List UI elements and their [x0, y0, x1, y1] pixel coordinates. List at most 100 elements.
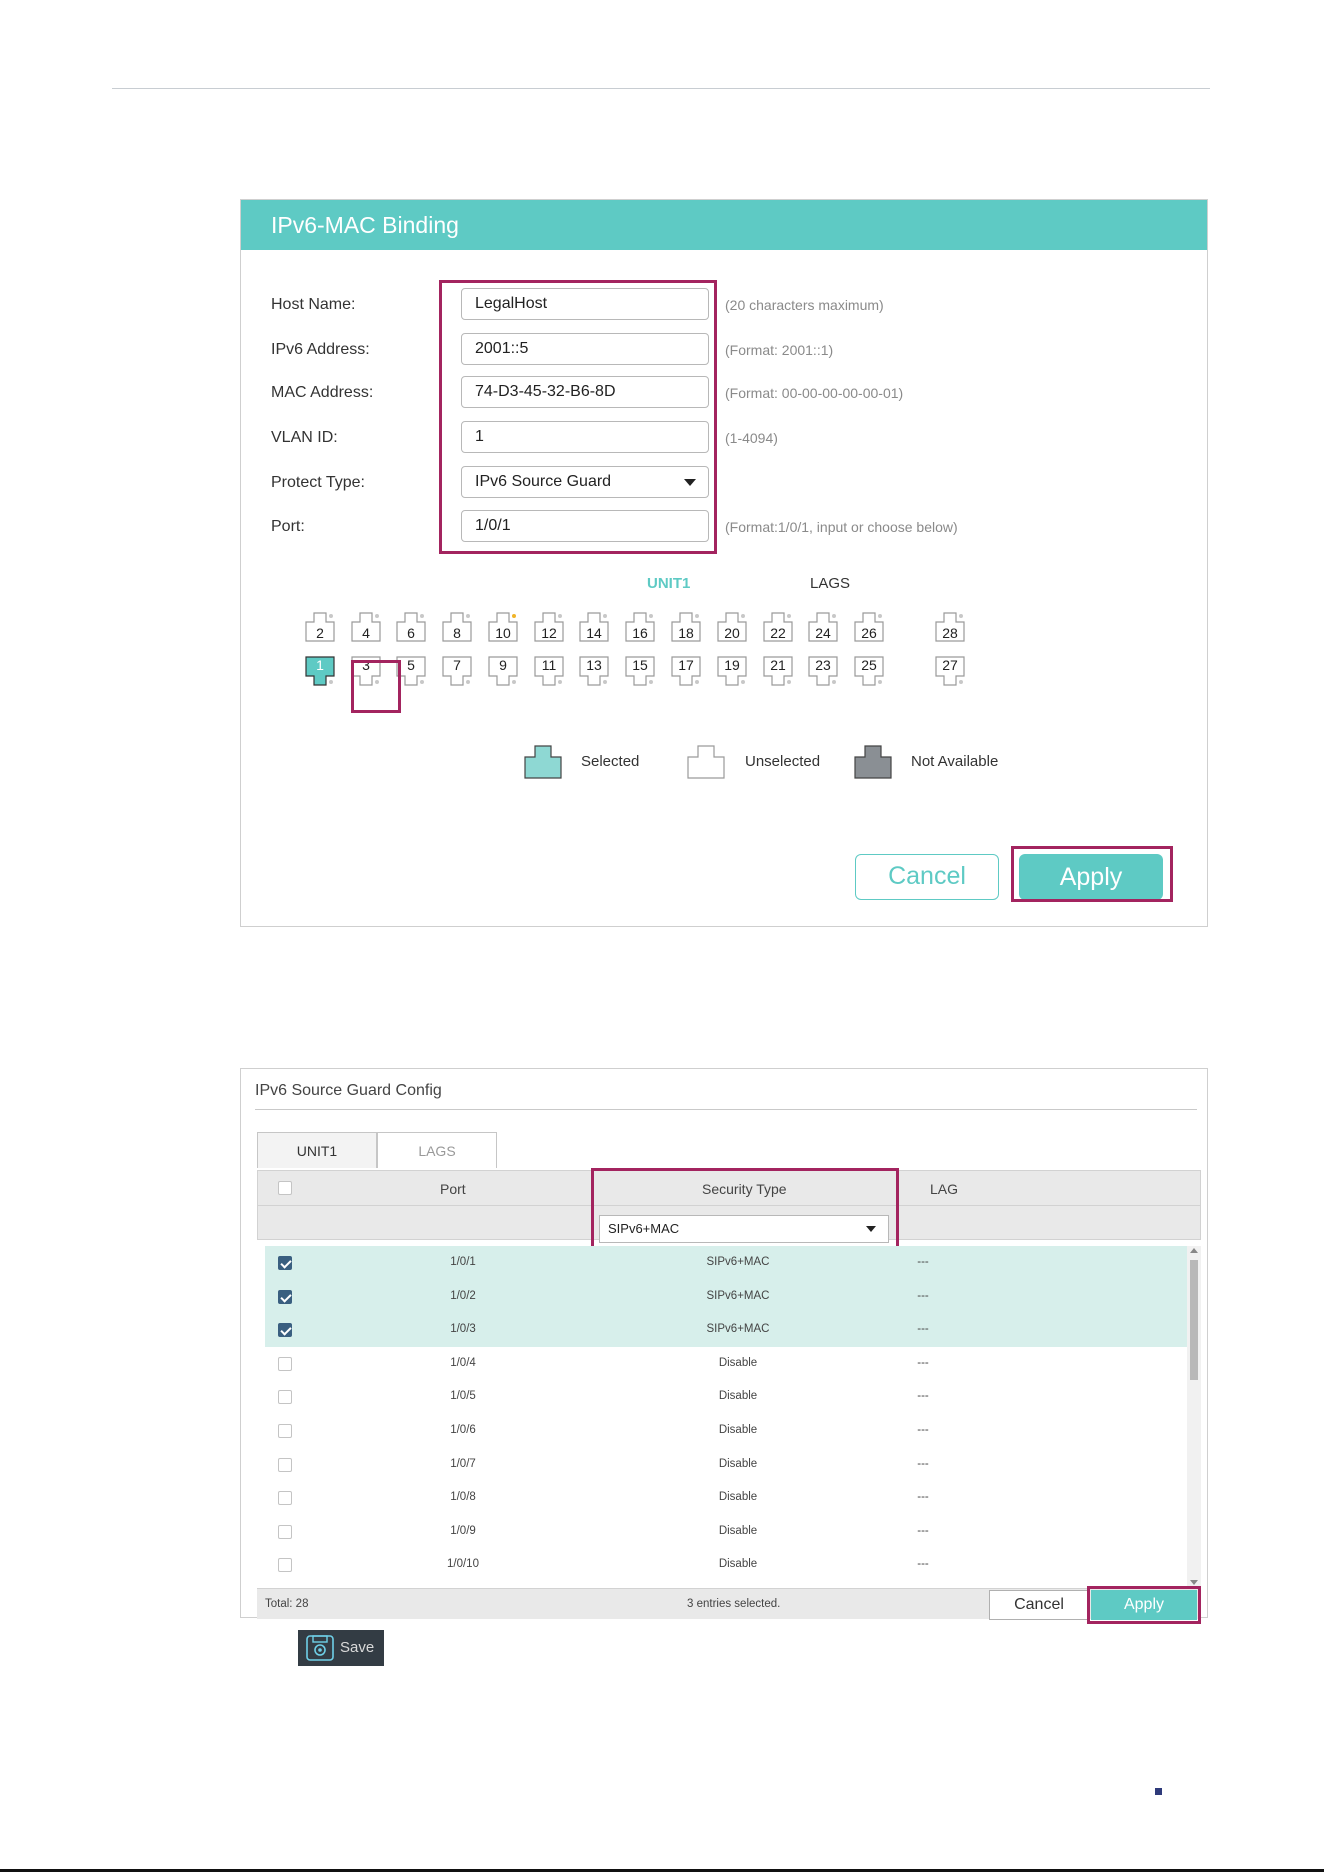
scroll-thumb[interactable] [1190, 1260, 1198, 1380]
port-6[interactable]: 6 [396, 612, 426, 642]
cell-lag: --- [917, 1323, 929, 1336]
table-row[interactable]: 1/0/2 SIPv6+MAC --- [265, 1279, 1189, 1314]
port-number: 1 [316, 657, 324, 673]
table-row[interactable]: 1/0/9 Disable --- [265, 1515, 1189, 1549]
port-20[interactable]: 20 [717, 612, 747, 642]
panel-title: IPv6 Source Guard Config [255, 1082, 442, 1099]
cell-port: 1/0/5 [450, 1390, 476, 1403]
port-13[interactable]: 13 [579, 656, 609, 686]
row-checkbox[interactable] [278, 1558, 292, 1573]
port-11[interactable]: 11 [534, 656, 564, 686]
row-checkbox[interactable] [278, 1491, 292, 1506]
row-checkbox[interactable] [278, 1356, 292, 1371]
port-label: Port: [271, 518, 305, 535]
cell-lag: --- [917, 1256, 929, 1268]
ipv6-address-hint: (Format: 2001::1) [725, 342, 834, 358]
title-divider [255, 1109, 1197, 1110]
cancel-button[interactable]: Cancel [855, 854, 999, 900]
table-row[interactable]: 1/0/7 Disable --- [265, 1448, 1189, 1482]
port-4[interactable]: 4 [351, 612, 381, 642]
table-row[interactable]: 1/0/4 Disable --- [265, 1347, 1189, 1381]
row-checkbox[interactable] [278, 1256, 292, 1270]
tab-unit1[interactable]: UNIT1 [257, 1132, 377, 1168]
legend-unselected-label: Unselected [745, 753, 821, 770]
cell-security-type: Disable [718, 1491, 758, 1504]
port-15[interactable]: 15 [625, 656, 655, 686]
port-1[interactable]: 1 [305, 656, 335, 686]
table-row[interactable]: 1/0/1 SIPv6+MAC --- [265, 1246, 1189, 1280]
row-checkbox[interactable] [278, 1524, 292, 1539]
cancel-button[interactable]: Cancel [989, 1590, 1089, 1620]
port-22[interactable]: 22 [763, 612, 793, 642]
selected-legend-icon [524, 745, 562, 779]
table-row[interactable]: 1/0/5 Disable --- [265, 1380, 1189, 1414]
unit1-tab[interactable]: UNIT1 [647, 575, 690, 592]
cell-security-type: Disable [718, 1524, 758, 1537]
table-row[interactable]: 1/0/8 Disable --- [265, 1481, 1189, 1515]
select-all-checkbox[interactable] [278, 1181, 292, 1195]
lags-tab[interactable]: LAGS [810, 575, 850, 592]
port-26[interactable]: 26 [854, 612, 884, 642]
row-checkbox[interactable] [278, 1289, 292, 1304]
cell-port: 1/0/7 [450, 1457, 476, 1470]
cell-lag: --- [917, 1558, 929, 1571]
security-type-highlight-box [591, 1168, 899, 1249]
table-row[interactable]: 1/0/10 Disable --- [265, 1548, 1189, 1582]
cell-security-type: SIPv6+MAC [706, 1289, 770, 1302]
table-row[interactable]: 1/0/6 Disable --- [265, 1414, 1189, 1448]
cell-lag: --- [917, 1424, 929, 1436]
port-28[interactable]: 28 [935, 612, 965, 642]
port-number: 28 [942, 625, 958, 641]
table-row[interactable]: 1/0/3 SIPv6+MAC --- [265, 1313, 1189, 1347]
cell-lag: --- [917, 1390, 929, 1403]
ipv6-mac-binding-panel: IPv6-MAC Binding Host Name: LegalHost (2… [240, 199, 1208, 927]
port-number: 12 [541, 625, 557, 641]
port-10[interactable]: 10 [488, 612, 518, 642]
protect-type-label: Protect Type: [271, 474, 365, 491]
row-checkbox[interactable] [278, 1323, 292, 1338]
row-checkbox[interactable] [278, 1424, 292, 1438]
port-18[interactable]: 18 [671, 612, 701, 642]
vlan-id-row: VLAN ID: 1 (1-4094) [241, 421, 1207, 455]
port-27[interactable]: 27 [935, 656, 965, 686]
legend-selected-label: Selected [581, 753, 640, 770]
scroll-down-icon[interactable] [1190, 1580, 1198, 1585]
port-number: 18 [678, 625, 694, 641]
tab-lags[interactable]: LAGS [377, 1132, 497, 1168]
port-2[interactable]: 2 [305, 612, 335, 642]
port-number: 25 [861, 657, 877, 673]
save-gear-icon [306, 1635, 334, 1661]
save-button[interactable]: Save [298, 1630, 384, 1666]
selected-port-highlight-box [351, 660, 401, 713]
unselected-legend-icon [687, 745, 725, 779]
scroll-up-icon[interactable] [1190, 1248, 1198, 1253]
cell-lag: --- [917, 1289, 929, 1302]
port-25[interactable]: 25 [854, 656, 884, 686]
row-checkbox[interactable] [278, 1457, 292, 1472]
scrollbar[interactable] [1187, 1246, 1201, 1588]
port-19[interactable]: 19 [717, 656, 747, 686]
port-21[interactable]: 21 [763, 656, 793, 686]
port-8[interactable]: 8 [442, 612, 472, 642]
port-12[interactable]: 12 [534, 612, 564, 642]
vlan-id-label: VLAN ID: [271, 429, 338, 446]
port-number: 24 [815, 625, 831, 641]
port-7[interactable]: 7 [442, 656, 472, 686]
port-number: 7 [453, 657, 461, 673]
port-9[interactable]: 9 [488, 656, 518, 686]
host-name-row: Host Name: LegalHost (20 characters maxi… [241, 288, 1207, 322]
port-17[interactable]: 17 [671, 656, 701, 686]
vlan-id-hint: (1-4094) [725, 430, 778, 446]
port-23[interactable]: 23 [808, 656, 838, 686]
column-header-lag: LAG [930, 1181, 959, 1197]
port-24[interactable]: 24 [808, 612, 838, 642]
port-row: Port: 1/0/1 (Format:1/0/1, input or choo… [241, 510, 1207, 544]
not-available-legend-icon [854, 745, 892, 779]
row-checkbox[interactable] [278, 1390, 292, 1405]
table-body: 1/0/1 SIPv6+MAC --- 1/0/2 SIPv6+MAC --- 1/0/3 S… [265, 1246, 1189, 1588]
host-name-hint: (20 characters maximum) [725, 297, 884, 313]
mac-address-row: MAC Address: 74-D3-45-32-B6-8D (Format: … [241, 376, 1207, 410]
port-16[interactable]: 16 [625, 612, 655, 642]
port-number: 15 [632, 657, 648, 673]
port-14[interactable]: 14 [579, 612, 609, 642]
